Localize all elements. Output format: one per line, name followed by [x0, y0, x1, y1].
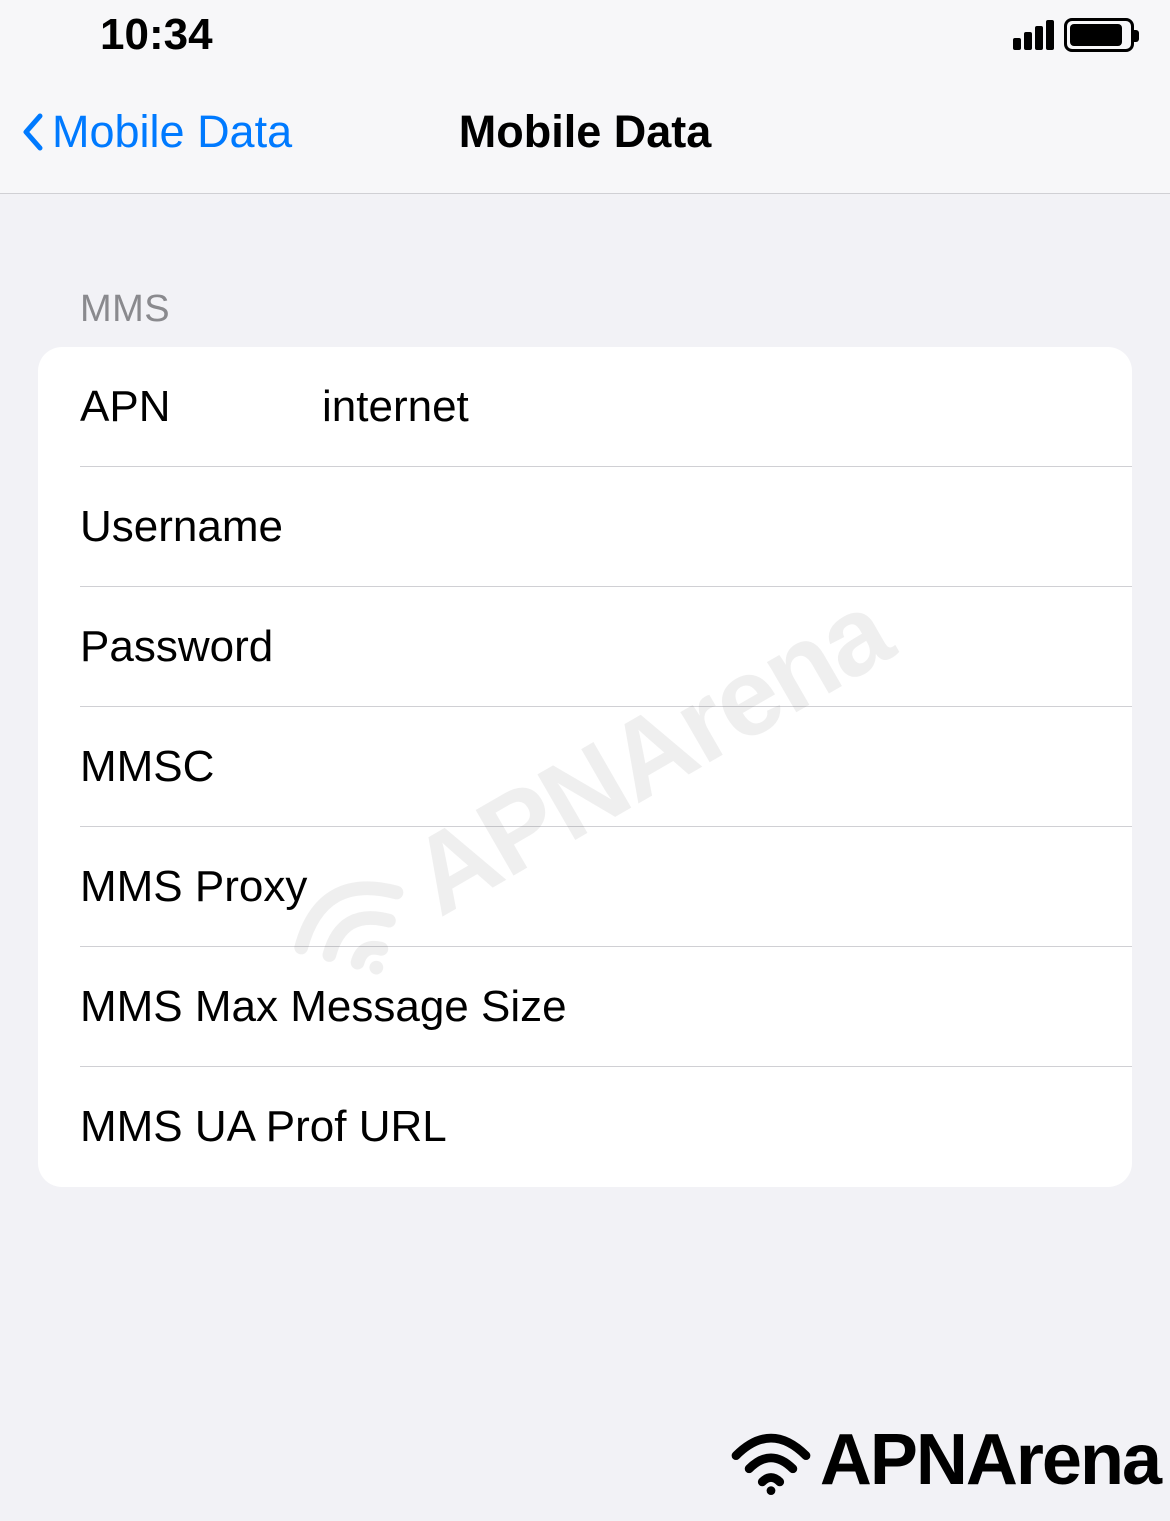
mms-proxy-input[interactable]	[307, 862, 1132, 912]
apn-input[interactable]	[322, 382, 1132, 432]
row-mms-max-size: MMS Max Message Size	[38, 947, 1132, 1067]
row-username: Username	[38, 467, 1132, 587]
status-bar: 10:34	[0, 0, 1170, 70]
cellular-signal-icon	[1013, 20, 1054, 50]
row-label: MMSC	[80, 742, 322, 792]
wifi-icon	[726, 1425, 816, 1495]
row-label: MMS UA Prof URL	[80, 1102, 447, 1152]
settings-group-mms: APN Username Password MMSC MMS Proxy MMS…	[38, 347, 1132, 1187]
status-time: 10:34	[100, 10, 213, 60]
navigation-bar: Mobile Data Mobile Data	[0, 70, 1170, 194]
section-header-mms: MMS	[0, 194, 1170, 347]
row-mms-ua-prof-url: MMS UA Prof URL	[38, 1067, 1132, 1187]
row-mms-proxy: MMS Proxy	[38, 827, 1132, 947]
page-title: Mobile Data	[459, 106, 712, 158]
row-label: MMS Proxy	[80, 862, 307, 912]
back-button[interactable]: Mobile Data	[0, 106, 292, 158]
row-label: Password	[80, 622, 322, 672]
mms-ua-prof-url-input[interactable]	[447, 1102, 1132, 1152]
row-label: MMS Max Message Size	[80, 982, 567, 1032]
status-indicators	[1013, 18, 1134, 52]
password-input[interactable]	[322, 622, 1132, 672]
row-mmsc: MMSC	[38, 707, 1132, 827]
brand-text: APNArena	[820, 1419, 1160, 1501]
row-label: Username	[80, 502, 322, 552]
mmsc-input[interactable]	[322, 742, 1132, 792]
row-password: Password	[38, 587, 1132, 707]
mms-max-size-input[interactable]	[567, 982, 1142, 1032]
row-apn: APN	[38, 347, 1132, 467]
battery-icon	[1064, 18, 1134, 52]
chevron-left-icon	[20, 112, 44, 152]
brand-footer: APNArena	[726, 1419, 1160, 1501]
username-input[interactable]	[322, 502, 1132, 552]
back-button-label: Mobile Data	[52, 106, 292, 158]
row-label: APN	[80, 382, 322, 432]
